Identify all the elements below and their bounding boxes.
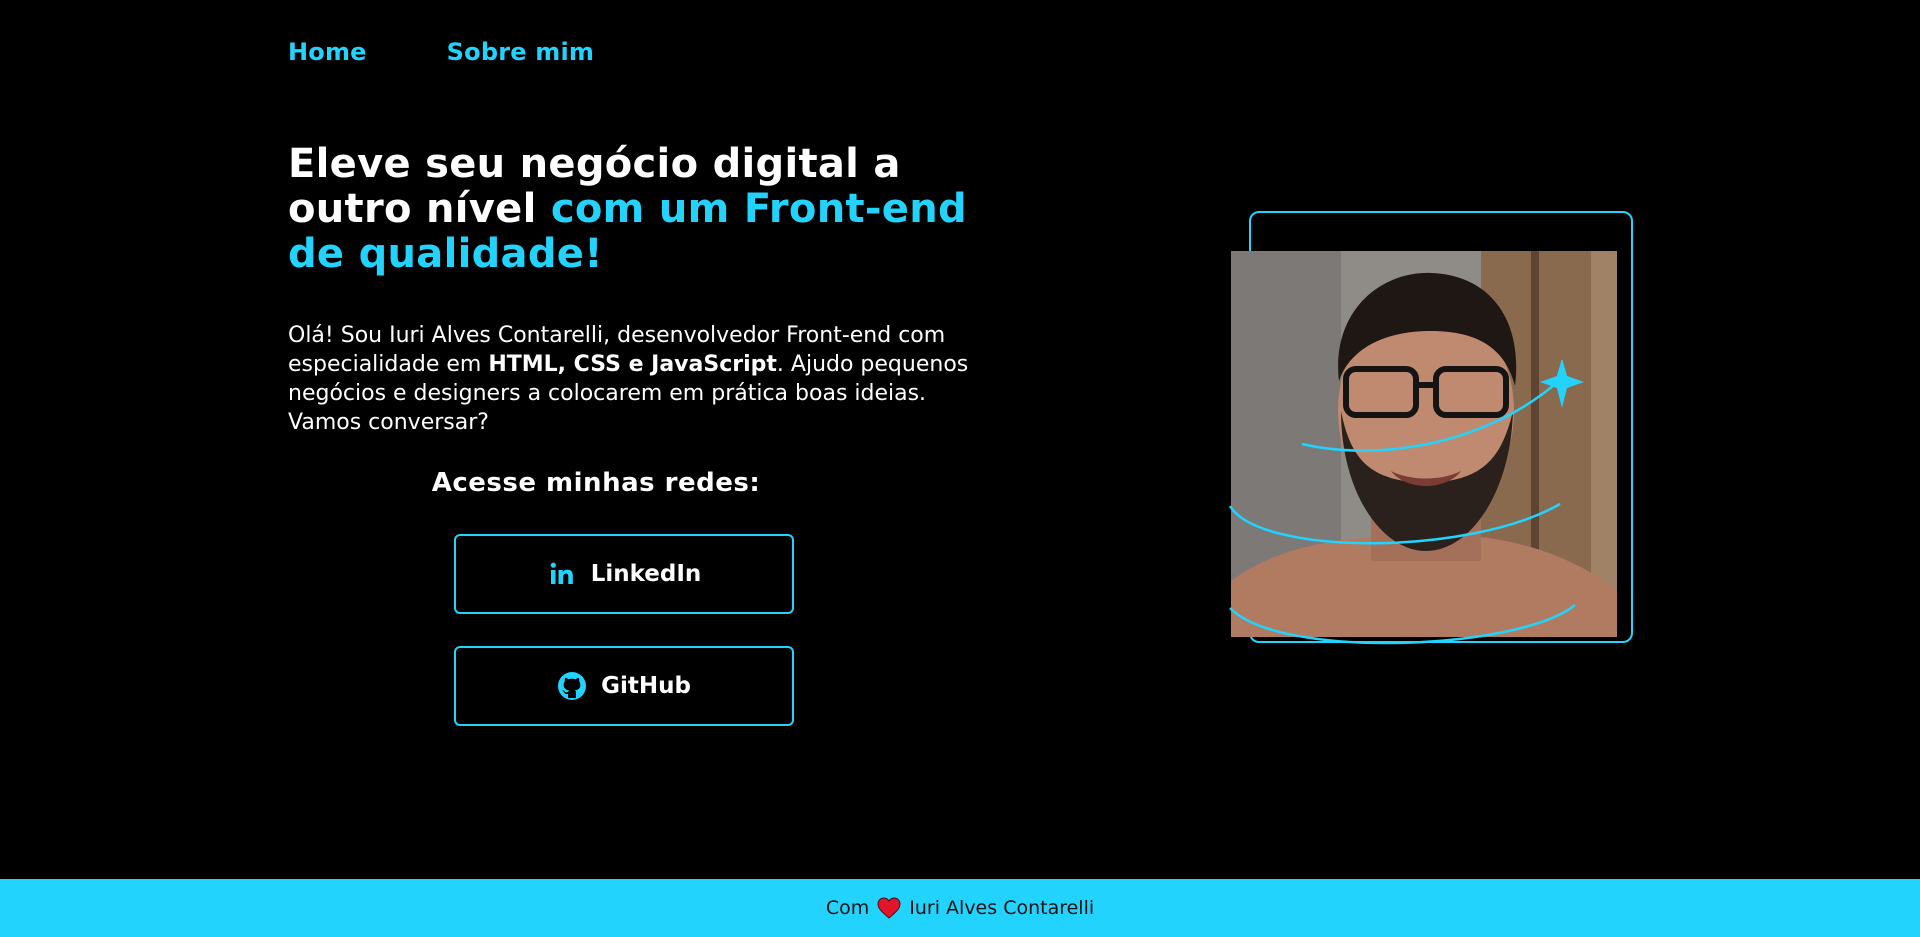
github-label: GitHub — [601, 673, 691, 699]
social-title: Acesse minhas redes: — [431, 468, 761, 498]
hero-section: Eleve seu negócio digital a outro nível … — [288, 142, 988, 437]
nav-about-link[interactable]: Sobre mim — [447, 38, 594, 66]
footer: Com Iuri Alves Contarelli — [0, 879, 1920, 937]
profile-photo — [1231, 251, 1617, 637]
heart-icon — [877, 897, 901, 919]
linkedin-button[interactable]: LinkedIn — [454, 534, 794, 614]
main-nav: Home Sobre mim — [288, 38, 594, 66]
github-button[interactable]: GitHub — [454, 646, 794, 726]
nav-home-link[interactable]: Home — [288, 38, 367, 66]
footer-author: Iuri Alves Contarelli — [909, 897, 1095, 919]
hero-headline: Eleve seu negócio digital a outro nível … — [288, 142, 988, 277]
linkedin-icon — [547, 559, 577, 589]
page: Home Sobre mim Eleve seu negócio digital… — [0, 0, 1920, 937]
intro-skills: HTML, CSS e JavaScript — [488, 352, 777, 377]
hero-intro: Olá! Sou Iuri Alves Contarelli, desenvol… — [288, 321, 988, 437]
linkedin-label: LinkedIn — [590, 561, 702, 587]
github-icon — [557, 671, 587, 701]
footer-prefix: Com — [825, 897, 870, 919]
social-section: Acesse minhas redes: LinkedIn GitHub — [432, 468, 794, 726]
